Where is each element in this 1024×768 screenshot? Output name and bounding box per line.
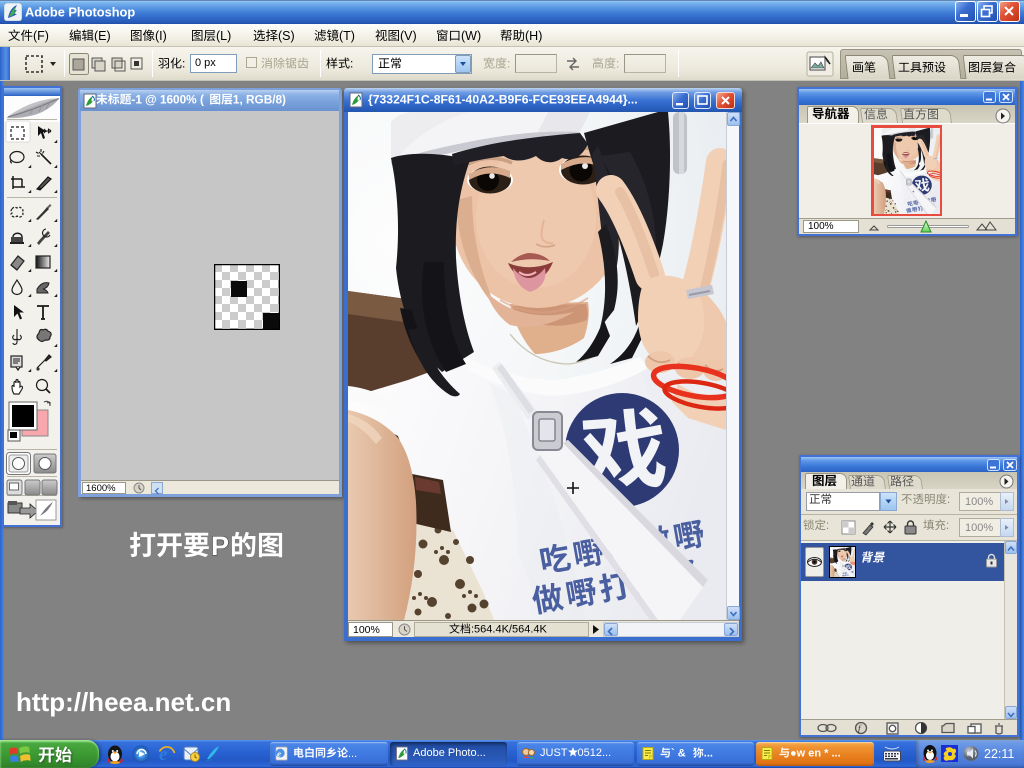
- svg-text::: :: [947, 494, 950, 506]
- svg-text:...: ...: [704, 748, 713, 760]
- svg-text:P: P: [211, 531, 229, 561]
- svg-text:(H): (H): [525, 29, 542, 43]
- svg-text::: :: [182, 57, 185, 71]
- svg-text:(S): (S): [278, 29, 295, 43]
- svg-text::: :: [507, 57, 510, 71]
- svg-text:...: ...: [348, 748, 357, 760]
- svg-text::: :: [350, 57, 353, 71]
- svg-text:●w en * ...: ●w en * ...: [790, 748, 841, 760]
- svg-text:http://heea.net.cn: http://heea.net.cn: [16, 687, 231, 717]
- svg-text:(T): (T): [339, 29, 355, 43]
- svg-text:{73324F1C-8F61-40A2-B9F6-FCE93: {73324F1C-8F61-40A2-B9F6-FCE93EEA4944}..…: [368, 93, 638, 107]
- svg-text::: :: [616, 57, 619, 71]
- svg-text:(W): (W): [461, 29, 481, 43]
- svg-text:(F): (F): [33, 29, 49, 43]
- svg-text::564.4K/564.4K: :564.4K/564.4K: [471, 624, 548, 636]
- svg-text::: :: [946, 520, 949, 532]
- svg-text:(I): (I): [155, 29, 167, 43]
- svg-text:1, RGB/8): 1, RGB/8): [233, 92, 286, 106]
- svg-text:-1 @ 1600% (: -1 @ 1600% (: [131, 92, 204, 106]
- svg-text:` &: ` &: [671, 748, 686, 760]
- svg-text:(L): (L): [216, 29, 231, 43]
- svg-text:Adobe Photoshop: Adobe Photoshop: [25, 4, 135, 19]
- svg-text:(E): (E): [94, 29, 111, 43]
- svg-text:e: e: [277, 749, 281, 759]
- svg-text:(V): (V): [400, 29, 417, 43]
- svg-text::: :: [826, 520, 829, 532]
